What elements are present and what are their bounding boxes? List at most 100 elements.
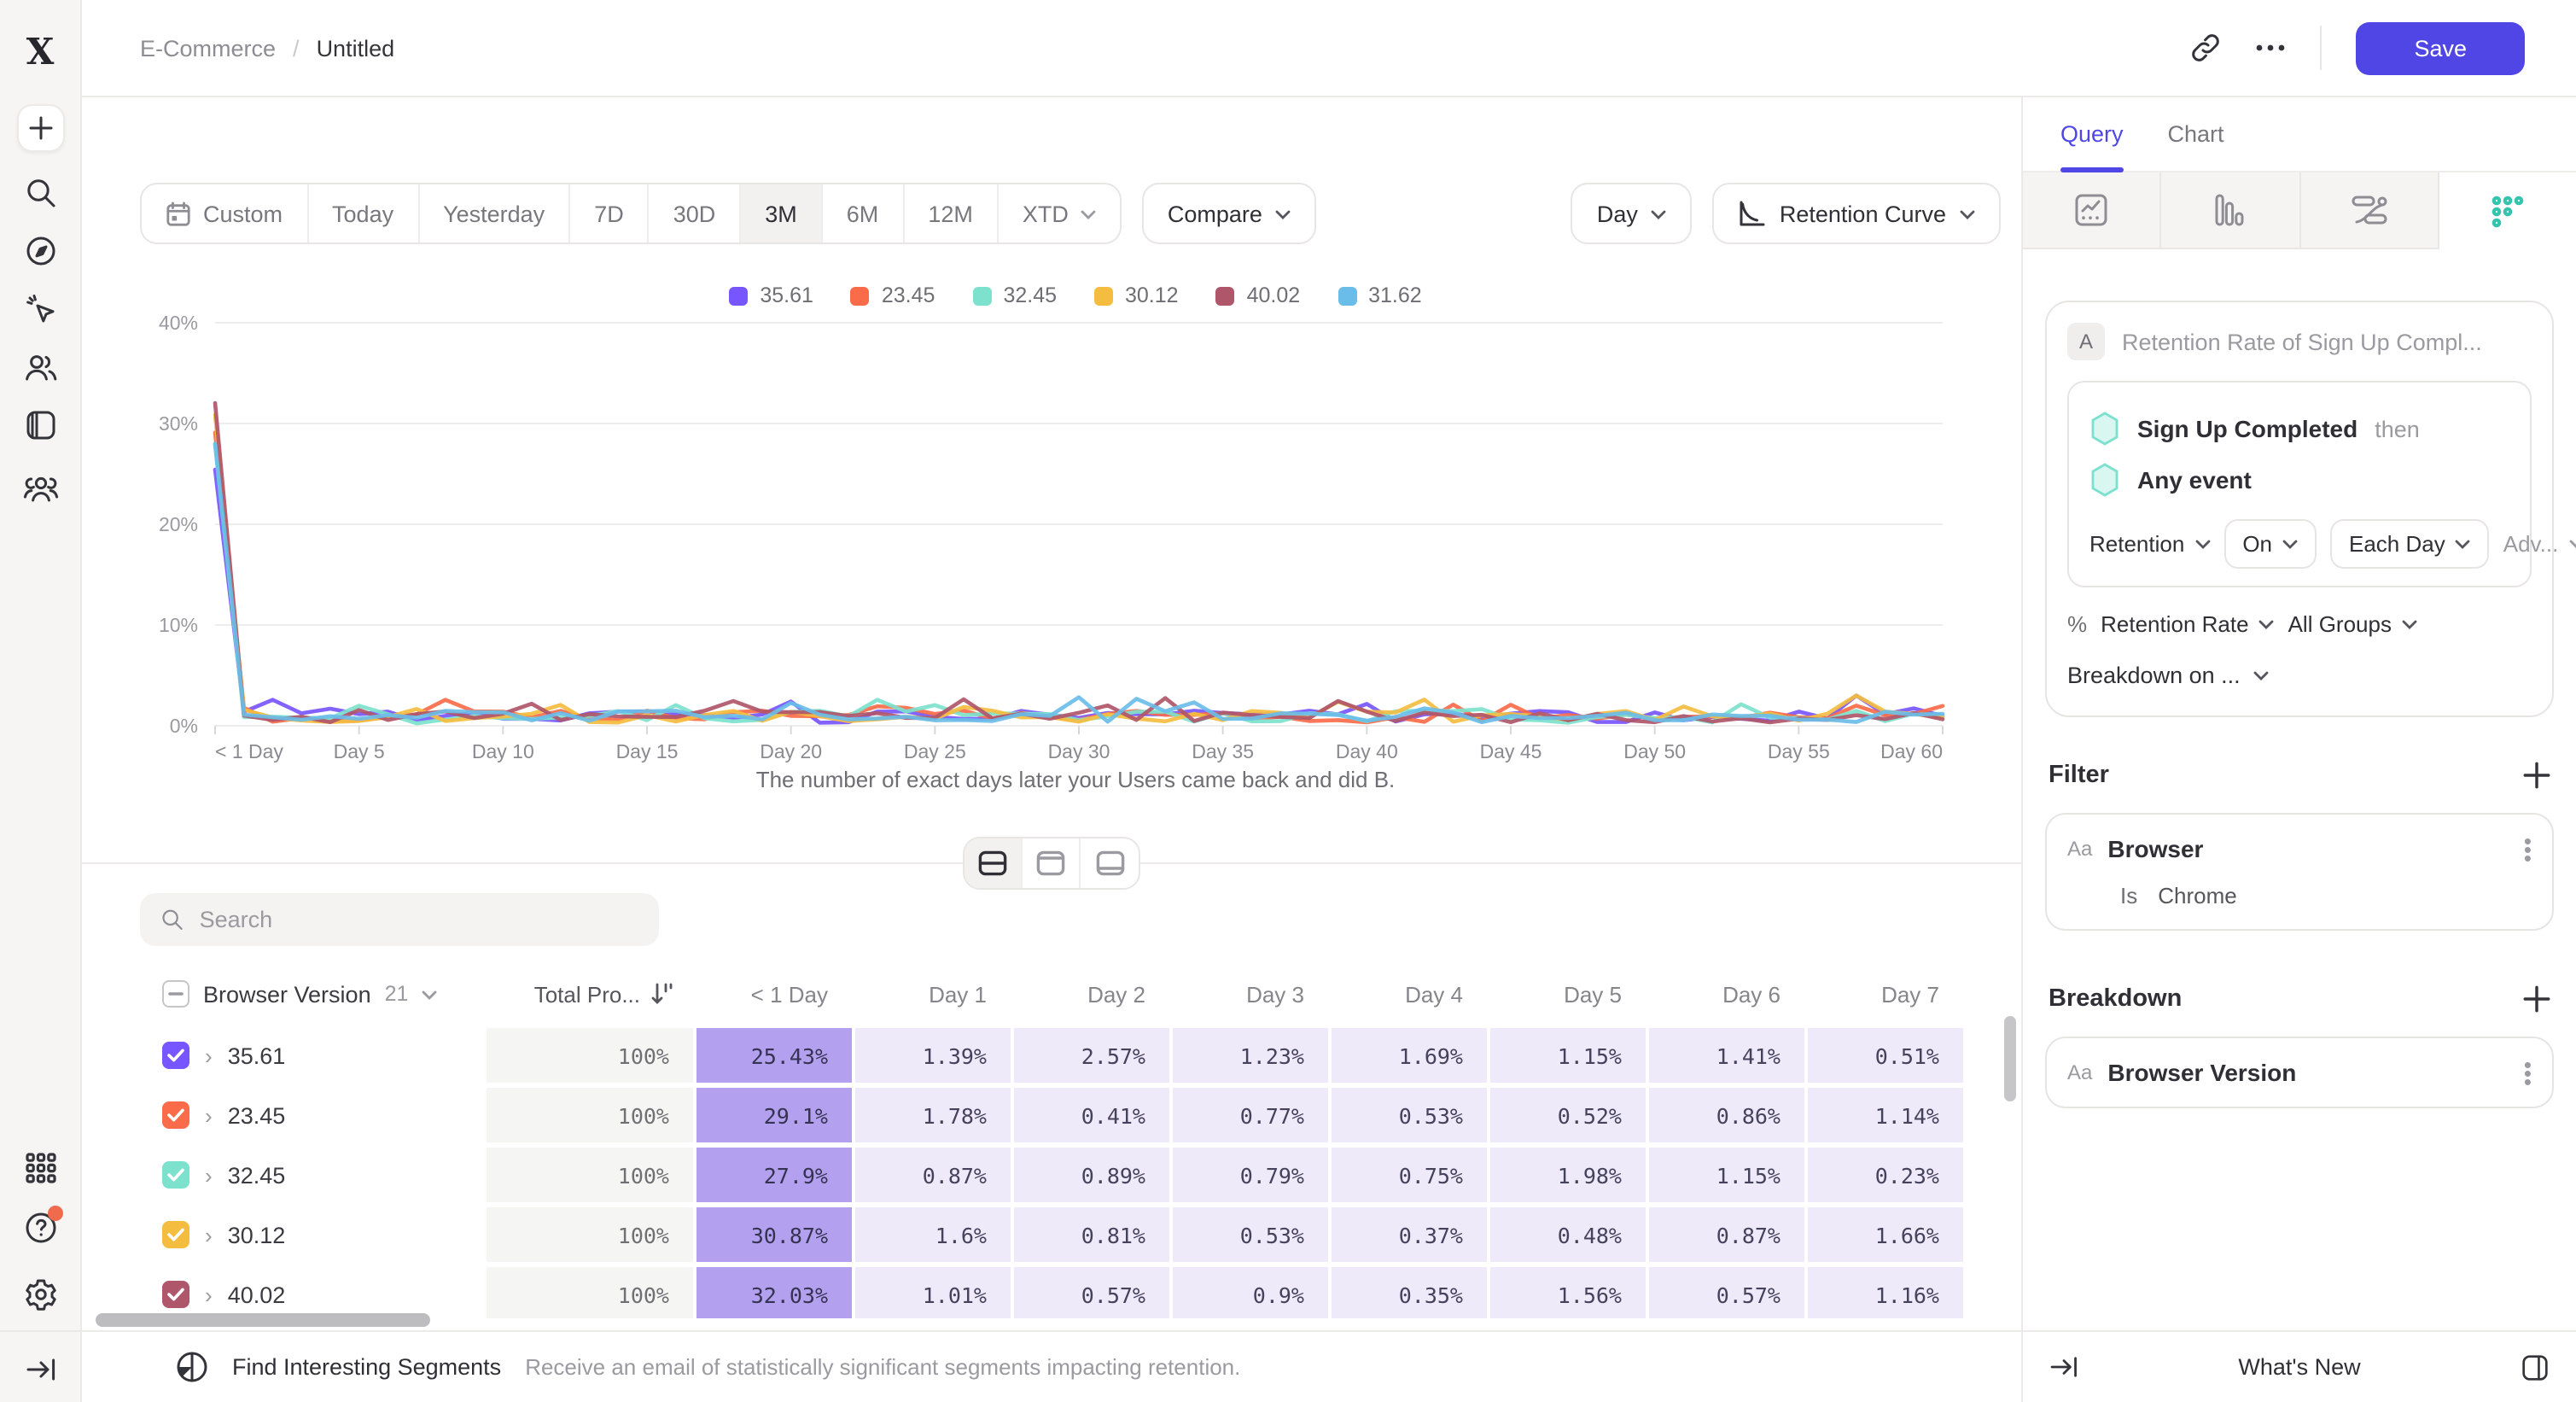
total-column-header[interactable]: Total Pro... <box>487 981 696 1007</box>
apps-grid-button[interactable] <box>25 1153 55 1183</box>
search-nav-button[interactable] <box>24 177 56 209</box>
day-column-header[interactable]: Day 1 <box>855 981 1014 1007</box>
row-checkbox[interactable] <box>162 1042 189 1069</box>
day-column-header[interactable]: Day 5 <box>1490 981 1649 1007</box>
first-event-name[interactable]: Sign Up Completed <box>2137 415 2357 442</box>
measure-dropdown[interactable]: Retention Rate <box>2101 611 2274 637</box>
legend-item[interactable]: 30.12 <box>1094 283 1179 307</box>
row-checkbox[interactable] <box>162 1281 189 1308</box>
legend-item[interactable]: 32.45 <box>972 283 1057 307</box>
legend-item[interactable]: 35.61 <box>729 283 813 307</box>
help-button[interactable] <box>23 1211 57 1245</box>
add-breakdown-button[interactable] <box>2523 985 2550 1013</box>
horizontal-scrollbar[interactable] <box>96 1313 430 1327</box>
chart-type-button[interactable]: Retention Curve <box>1713 183 2001 244</box>
day-column-header[interactable]: Day 6 <box>1649 981 1808 1007</box>
expand-row-chevron[interactable]: › <box>205 1043 213 1068</box>
filter-value[interactable]: Chrome <box>2158 883 2237 908</box>
date-range-30d[interactable]: 30D <box>650 184 742 242</box>
vertical-scrollbar[interactable] <box>2004 1016 2016 1101</box>
granularity-button[interactable]: Day <box>1571 183 1693 244</box>
copy-link-icon[interactable] <box>2190 32 2221 63</box>
collapse-panel-icon[interactable] <box>2050 1356 2078 1378</box>
return-event-name[interactable]: Any event <box>2137 466 2252 494</box>
users-nav-button[interactable] <box>23 352 57 383</box>
tile-retention[interactable] <box>2439 172 2576 249</box>
interval-dropdown[interactable]: Each Day <box>2330 519 2490 569</box>
day-column-header[interactable]: Day 4 <box>1332 981 1490 1007</box>
breakdown-property-name[interactable]: Browser Version <box>2107 1059 2509 1086</box>
row-label[interactable]: 30.12 <box>228 1222 286 1247</box>
filter-card[interactable]: Aa Browser ••• Is Chrome <box>2045 813 2554 931</box>
date-range-yesterday[interactable]: Yesterday <box>419 184 570 242</box>
collapse-sidebar-button[interactable] <box>26 1358 55 1382</box>
expand-row-chevron[interactable]: › <box>205 1102 213 1128</box>
whats-new-link[interactable]: What's New <box>2095 1354 2504 1380</box>
groups-dropdown[interactable]: All Groups <box>2288 611 2417 637</box>
first-event-row[interactable]: Sign Up Completed then <box>2089 403 2509 454</box>
day-column-header[interactable]: < 1 Day <box>696 981 855 1007</box>
select-all-checkbox[interactable] <box>162 980 189 1008</box>
day-column-header[interactable]: Day 3 <box>1173 981 1332 1007</box>
line-chart[interactable]: 0%10%20%30%40%< 1 DayDay 5Day 10Day 15Da… <box>140 316 1953 763</box>
row-label[interactable]: 35.61 <box>228 1043 286 1068</box>
return-event-row[interactable]: Any event <box>2089 454 2509 505</box>
tile-insights[interactable] <box>2023 172 2162 249</box>
query-title[interactable]: Retention Rate of Sign Up Compl... <box>2122 329 2482 354</box>
panel-tab-query[interactable]: Query <box>2060 97 2124 171</box>
date-range-7d[interactable]: 7D <box>570 184 650 242</box>
filter-property-name[interactable]: Browser <box>2107 835 2509 862</box>
add-filter-button[interactable] <box>2523 762 2550 789</box>
interesting-segments-bar[interactable]: Find Interesting Segments Receive an ema… <box>82 1330 2023 1402</box>
day-column-header[interactable]: Day 7 <box>1808 981 1965 1007</box>
expand-row-chevron[interactable]: › <box>205 1162 213 1188</box>
create-new-button[interactable] <box>16 104 64 152</box>
row-checkbox[interactable] <box>162 1161 189 1189</box>
discover-nav-button[interactable] <box>24 235 56 267</box>
more-menu-icon[interactable] <box>2255 43 2286 53</box>
tile-flows[interactable] <box>2300 172 2439 249</box>
row-checkbox[interactable] <box>162 1221 189 1248</box>
layout-button-chart-focus[interactable] <box>1023 838 1081 888</box>
advanced-dropdown[interactable]: Adv... <box>2503 531 2576 557</box>
tile-funnels[interactable] <box>2162 172 2301 249</box>
panel-tab-chart[interactable]: Chart <box>2168 97 2224 171</box>
retention-type-dropdown[interactable]: Retention <box>2089 531 2210 557</box>
date-range-today[interactable]: Today <box>308 184 419 242</box>
settings-button[interactable] <box>23 1277 57 1311</box>
expand-row-chevron[interactable]: › <box>205 1282 213 1307</box>
compare-button[interactable]: Compare <box>1142 183 1317 244</box>
layout-button-split-view[interactable] <box>965 838 1023 888</box>
row-checkbox[interactable] <box>162 1101 189 1129</box>
kebab-menu-icon[interactable]: ••• <box>2524 836 2532 862</box>
events-nav-button[interactable] <box>24 293 56 325</box>
on-dropdown[interactable]: On <box>2223 519 2317 569</box>
legend-item[interactable]: 40.02 <box>1216 283 1301 307</box>
search-input[interactable] <box>200 907 638 932</box>
group-column-header[interactable]: Browser Version <box>203 981 371 1007</box>
date-range-12m[interactable]: 12M <box>904 184 999 242</box>
boards-nav-button[interactable] <box>25 410 55 441</box>
cohorts-nav-button[interactable] <box>22 474 58 503</box>
date-range-custom[interactable]: Custom <box>142 184 308 242</box>
row-label[interactable]: 23.45 <box>228 1102 286 1128</box>
expand-row-chevron[interactable]: › <box>205 1222 213 1247</box>
mixpanel-logo-icon[interactable]: X <box>26 30 55 73</box>
legend-item[interactable]: 31.62 <box>1338 283 1422 307</box>
date-range-xtd[interactable]: XTD <box>999 184 1120 242</box>
date-range-6m[interactable]: 6M <box>823 184 905 242</box>
side-panel-icon[interactable] <box>2521 1353 2549 1381</box>
date-range-3m[interactable]: 3M <box>741 184 823 242</box>
breakdown-card[interactable]: Aa Browser Version ••• <box>2045 1037 2554 1108</box>
save-button[interactable]: Save <box>2356 21 2525 74</box>
breadcrumb-page-title[interactable]: Untitled <box>317 35 395 61</box>
row-label[interactable]: 32.45 <box>228 1162 286 1188</box>
row-label[interactable]: 40.02 <box>228 1282 286 1307</box>
kebab-menu-icon[interactable]: ••• <box>2524 1060 2532 1085</box>
day-column-header[interactable]: Day 2 <box>1014 981 1173 1007</box>
filter-operator[interactable]: Is <box>2120 883 2137 908</box>
segments-title[interactable]: Find Interesting Segments <box>232 1354 501 1380</box>
breakdown-on-dropdown[interactable]: Breakdown on ... <box>2067 663 2532 688</box>
layout-button-table-focus[interactable] <box>1081 838 1139 888</box>
legend-item[interactable]: 23.45 <box>851 283 935 307</box>
